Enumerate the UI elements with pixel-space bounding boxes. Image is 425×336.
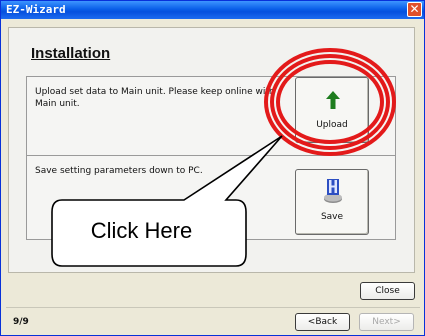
highlight-rings [264,48,396,156]
callout-text: Click Here [90,218,193,243]
callout-bubble [51,135,283,267]
annotation-overlay [51,48,396,267]
